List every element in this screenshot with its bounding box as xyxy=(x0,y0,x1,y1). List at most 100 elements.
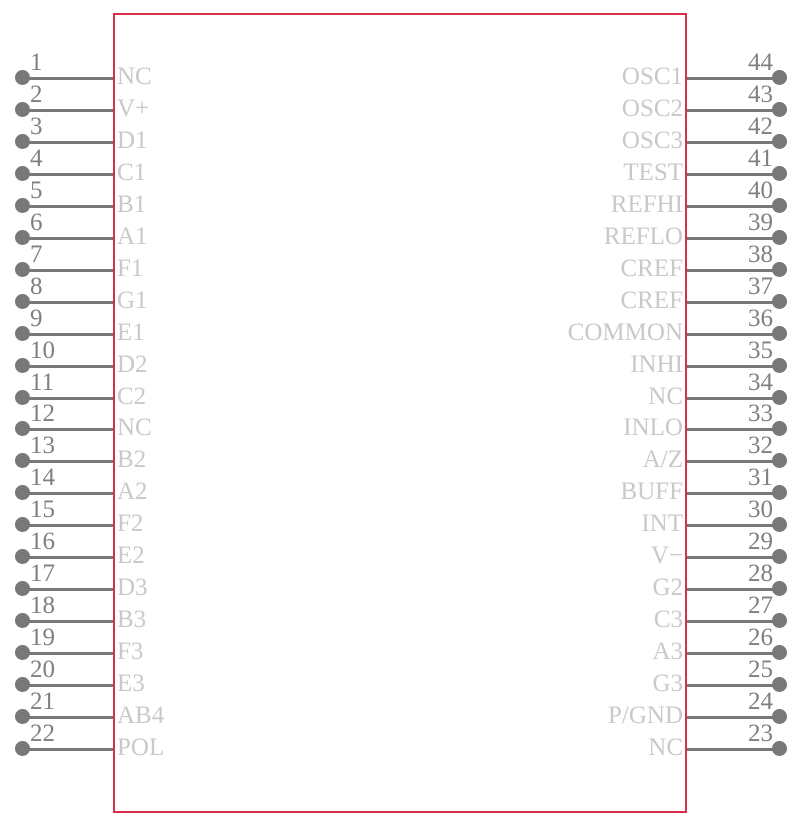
pin-name-label: B1 xyxy=(117,190,147,218)
pin-connection-dot[interactable] xyxy=(15,645,30,661)
pin-line xyxy=(687,460,779,464)
pin-connection-dot[interactable] xyxy=(772,165,787,181)
pin-name-label: V− xyxy=(650,542,683,570)
pin-connection-dot[interactable] xyxy=(772,645,787,661)
pin-number-label: 27 xyxy=(748,592,773,620)
pin-connection-dot[interactable] xyxy=(772,197,787,213)
pin-name-label: POL xyxy=(117,733,165,761)
pin-connection-dot[interactable] xyxy=(15,133,30,149)
pin-number-label: 32 xyxy=(748,432,773,460)
pin-number-label: 4 xyxy=(30,144,43,172)
pin-connection-dot[interactable] xyxy=(15,101,30,117)
pin-connection-dot[interactable] xyxy=(772,709,787,724)
pin-connection-dot[interactable] xyxy=(772,325,787,341)
pin-line xyxy=(687,108,779,112)
pin-number-label: 17 xyxy=(30,560,55,588)
pin-connection-dot[interactable] xyxy=(15,421,30,437)
pin-connection-dot[interactable] xyxy=(15,709,30,724)
pin-connection-dot[interactable] xyxy=(15,70,30,85)
pin-connection-dot[interactable] xyxy=(15,740,30,756)
pin-name-label: P/GND xyxy=(607,702,683,729)
pin-name-label: REFHI xyxy=(610,190,683,218)
pin-line xyxy=(687,556,779,560)
pin-connection-dot[interactable] xyxy=(772,517,787,533)
pin-line xyxy=(687,716,779,719)
pin-connection-dot[interactable] xyxy=(772,485,787,501)
pin-connection-dot[interactable] xyxy=(772,613,787,629)
pin-connection-dot[interactable] xyxy=(772,357,787,373)
pin-line xyxy=(687,652,779,656)
pin-line xyxy=(687,268,779,272)
pin-line xyxy=(22,140,113,144)
pin-connection-dot[interactable] xyxy=(15,677,30,693)
pin-line xyxy=(687,300,779,304)
pin-name-label: B3 xyxy=(117,606,147,634)
pin-line xyxy=(687,396,779,400)
pin-number-label: 7 xyxy=(30,240,43,268)
pin-number-label: 40 xyxy=(748,176,773,204)
pin-connection-dot[interactable] xyxy=(15,581,30,597)
pin-line xyxy=(22,428,113,432)
pin-name-label: COMMON xyxy=(567,318,683,346)
pin-name-label: F1 xyxy=(117,254,144,282)
pin-number-label: 16 xyxy=(30,528,55,556)
pin-number-label: 14 xyxy=(30,464,55,492)
pin-connection-dot[interactable] xyxy=(772,421,787,437)
pin-number-label: 2 xyxy=(30,80,43,108)
pin-connection-dot[interactable] xyxy=(772,740,787,756)
pin-connection-dot[interactable] xyxy=(15,549,30,565)
pin-connection-dot[interactable] xyxy=(772,453,787,469)
pin-number-label: 11 xyxy=(30,368,55,396)
pin-line xyxy=(22,652,113,656)
pin-number-label: 1 xyxy=(30,49,43,76)
pin-name-label: CREF xyxy=(620,286,683,314)
pin-connection-dot[interactable] xyxy=(15,293,30,309)
pin-number-label: 22 xyxy=(30,719,55,747)
pin-line xyxy=(22,492,113,496)
pin-connection-dot[interactable] xyxy=(15,613,30,629)
pin-connection-dot[interactable] xyxy=(772,101,787,117)
pin-line xyxy=(687,588,779,592)
pin-connection-dot[interactable] xyxy=(772,581,787,597)
pin-name-label: V+ xyxy=(117,94,150,122)
pin-connection-dot[interactable] xyxy=(772,229,787,245)
pin-line xyxy=(687,428,779,432)
pin-connection-dot[interactable] xyxy=(15,357,30,373)
pin-number-label: 33 xyxy=(748,400,773,428)
pin-line xyxy=(22,620,113,624)
pin-connection-dot[interactable] xyxy=(15,261,30,277)
pin-connection-dot[interactable] xyxy=(15,517,30,533)
pin-line xyxy=(22,236,113,240)
pin-connection-dot[interactable] xyxy=(15,389,30,405)
pin-connection-dot[interactable] xyxy=(15,197,30,213)
pin-connection-dot[interactable] xyxy=(772,549,787,565)
pin-name-label: F3 xyxy=(117,638,144,666)
pin-connection-dot[interactable] xyxy=(15,485,30,501)
pin-connection-dot[interactable] xyxy=(15,229,30,245)
pin-name-label: INT xyxy=(641,510,683,538)
pin-connection-dot[interactable] xyxy=(15,453,30,469)
pin-line xyxy=(687,620,779,624)
pin-name-label: G1 xyxy=(117,286,148,314)
pin-connection-dot[interactable] xyxy=(772,677,787,693)
pin-connection-dot[interactable] xyxy=(772,389,787,405)
pin-line xyxy=(687,204,779,208)
pin-connection-dot[interactable] xyxy=(15,325,30,341)
pin-number-label: 25 xyxy=(748,656,773,684)
pin-connection-dot[interactable] xyxy=(15,165,30,181)
pin-name-label: INHI xyxy=(630,350,683,378)
pin-connection-dot[interactable] xyxy=(772,70,787,85)
pin-name-label: A2 xyxy=(117,478,148,506)
pin-number-label: 42 xyxy=(748,112,773,140)
pin-number-label: 37 xyxy=(748,272,773,300)
pin-name-label: E2 xyxy=(117,542,145,570)
pin-number-label: 35 xyxy=(748,336,773,364)
pin-number-label: 15 xyxy=(30,496,55,524)
pin-connection-dot[interactable] xyxy=(772,133,787,149)
pin-name-label: A1 xyxy=(117,222,148,250)
pin-number-label: 29 xyxy=(748,528,773,556)
pin-line xyxy=(22,364,113,368)
pin-number-label: 3 xyxy=(30,112,43,140)
pin-connection-dot[interactable] xyxy=(772,293,787,309)
pin-connection-dot[interactable] xyxy=(772,261,787,277)
